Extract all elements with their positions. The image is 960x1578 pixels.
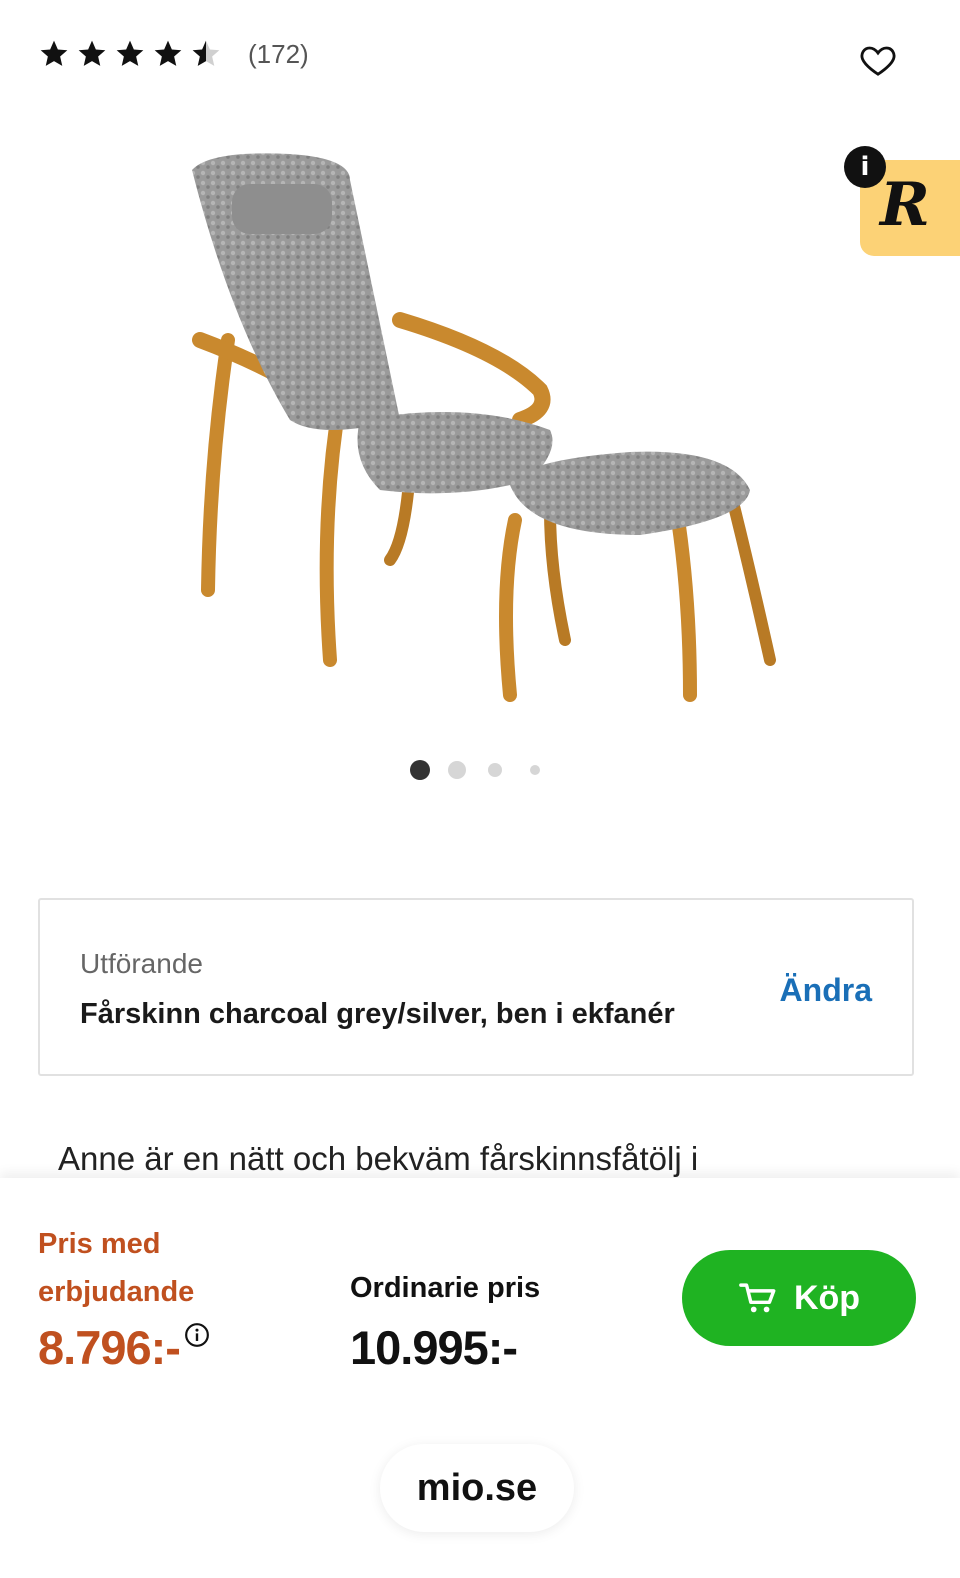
variant-selector[interactable]: Utförande Fårskinn charcoal grey/silver,… xyxy=(38,898,914,1076)
review-count[interactable]: (172) xyxy=(248,39,309,70)
gallery-dot[interactable] xyxy=(410,760,430,780)
ordinary-price-label: Ordinarie pris xyxy=(350,1272,541,1304)
rating-stars xyxy=(38,38,222,70)
headrest-pillow xyxy=(232,184,332,234)
buy-label: Köp xyxy=(793,1278,861,1317)
ottoman-leg xyxy=(668,493,697,702)
star-icon xyxy=(116,40,144,66)
badge-info-icon[interactable]: i xyxy=(844,146,886,188)
price-bar: Pris med erbjudande 8.796:- Ordinarie pr… xyxy=(0,1178,960,1578)
gallery-dot[interactable] xyxy=(448,761,466,779)
gallery-dot[interactable] xyxy=(488,763,502,777)
chair-back-leg xyxy=(201,333,235,597)
variant-value: Fårskinn charcoal grey/silver, ben i ekf… xyxy=(80,998,675,1030)
ottoman-leg xyxy=(499,513,522,702)
url-bar[interactable]: mio.se xyxy=(380,1444,574,1532)
change-variant-link[interactable]: Ändra xyxy=(780,972,872,1009)
gallery-dots xyxy=(410,760,540,780)
product-image[interactable] xyxy=(170,140,790,720)
buy-button[interactable]: Köp xyxy=(682,1250,916,1346)
gallery-dot[interactable] xyxy=(530,765,540,775)
info-icon[interactable] xyxy=(184,1322,210,1348)
cart-icon xyxy=(739,1283,776,1313)
ottoman-leg xyxy=(724,484,776,666)
ottoman-leg xyxy=(544,504,571,646)
star-icon xyxy=(154,40,182,66)
ordinary-price: 10.995:- xyxy=(350,1321,518,1374)
variant-label: Utförande xyxy=(80,948,203,979)
r-badge-letter: R xyxy=(880,170,930,240)
heart-icon[interactable] xyxy=(858,40,898,80)
product-description: Anne är en nätt och bekväm fårskinnsfåtö… xyxy=(58,1140,699,1177)
star-icon xyxy=(40,40,68,66)
star-icon xyxy=(78,40,106,66)
offer-price: 8.796:- xyxy=(38,1321,181,1374)
product-rating[interactable]: (172) xyxy=(38,38,309,70)
offer-price-label: Pris med erbjudande xyxy=(38,1228,195,1308)
chair-right-arm xyxy=(392,312,551,428)
chair-front-leg xyxy=(319,393,347,667)
half-star-icon xyxy=(192,40,220,66)
